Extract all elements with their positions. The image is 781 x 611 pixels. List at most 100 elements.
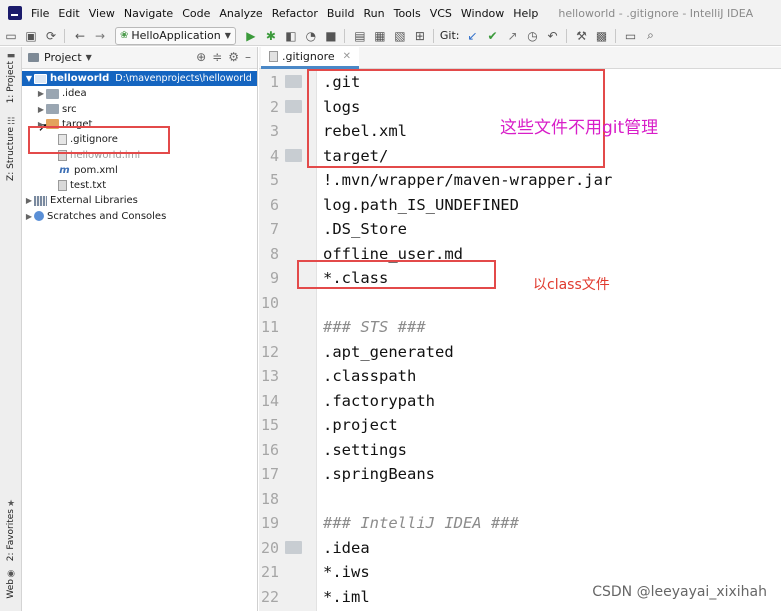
tree-item-helloworld-iml[interactable]: helloworld.iml: [22, 148, 257, 163]
toolbar-separator: [565, 28, 567, 43]
code-line[interactable]: 14 .factorypath: [259, 389, 781, 414]
gear-icon[interactable]: ⚙: [228, 50, 239, 64]
menu-navigate[interactable]: Navigate: [121, 7, 176, 20]
chevron-right-icon[interactable]: ▶: [24, 196, 34, 205]
git-history-icon[interactable]: ◷: [524, 27, 542, 45]
git-push-icon[interactable]: ↗: [504, 27, 522, 45]
scratch-icon: [34, 211, 44, 222]
line-number: 18: [260, 489, 279, 508]
code-line[interactable]: 15 .project: [259, 413, 781, 438]
sdk-icon[interactable]: ▧: [391, 27, 409, 45]
code-line[interactable]: 18: [259, 487, 781, 512]
code-comment: ### IntelliJ IDEA ###: [323, 514, 519, 532]
tree-item-scratches-and-consoles[interactable]: ▶ Scratches and Consoles: [22, 209, 257, 224]
stop-icon[interactable]: ■: [322, 27, 340, 45]
chevron-right-icon[interactable]: ▶: [36, 105, 46, 114]
code-text: offline_user.md: [323, 244, 463, 263]
locate-file-icon[interactable]: ⊕: [196, 50, 206, 64]
code-line[interactable]: 17 .springBeans: [259, 462, 781, 487]
tree-item-src[interactable]: ▶ src: [22, 102, 257, 117]
editor-tab-gitignore[interactable]: .gitignore ✕: [261, 47, 360, 69]
menu-edit[interactable]: Edit: [55, 7, 82, 20]
chevron-down-icon[interactable]: ▼: [86, 53, 92, 62]
folder-marker-icon: [285, 75, 302, 88]
profile-icon[interactable]: ◔: [302, 27, 320, 45]
code-text: .DS_Store: [323, 220, 407, 238]
code-line[interactable]: 12 .apt_generated: [259, 340, 781, 365]
sync-icon[interactable]: ⟳: [42, 27, 60, 45]
debug-icon[interactable]: ✱: [262, 27, 280, 45]
chevron-down-icon[interactable]: ▼: [24, 74, 34, 83]
tool-window-stripe: ▬ 1: Project ☷ Z: Structure ★ 2: Favorit…: [0, 47, 22, 611]
code-text: *.iws: [323, 563, 370, 581]
code-editor[interactable]: 1 .git 2 logs 3 rebel.xml 4 target/5 !.mvn/wrapp…: [259, 69, 781, 611]
code-line[interactable]: 19 ### IntelliJ IDEA ###: [259, 511, 781, 536]
code-line[interactable]: 6 log.path_IS_UNDEFINED: [259, 193, 781, 218]
search-icon[interactable]: ⌕: [642, 27, 660, 45]
code-line[interactable]: 13 .classpath: [259, 364, 781, 389]
menu-help[interactable]: Help: [510, 7, 541, 20]
run-configuration-select[interactable]: ❀ HelloApplication ▼: [115, 26, 236, 45]
tree-item-gitignore[interactable]: .gitignore: [22, 132, 257, 147]
menu-tools[interactable]: Tools: [391, 7, 424, 20]
code-line[interactable]: 11 ### STS ###: [259, 315, 781, 340]
git-update-icon[interactable]: ↙: [464, 27, 482, 45]
menu-analyze[interactable]: Analyze: [216, 7, 265, 20]
menu-window[interactable]: Window: [458, 7, 507, 20]
menu-build[interactable]: Build: [324, 7, 358, 20]
tab-project[interactable]: ▬ 1: Project: [2, 49, 20, 103]
toolbar-separator: [343, 28, 345, 43]
project-structure-grid-icon[interactable]: ▩: [593, 27, 611, 45]
presentation-icon[interactable]: ▭: [622, 27, 640, 45]
menu-run[interactable]: Run: [361, 7, 388, 20]
annotation-note-top: 这些文件不用git管理: [500, 118, 659, 138]
tab-web[interactable]: ◉ Web: [2, 567, 20, 599]
tree-item-target[interactable]: ▶ target: [22, 117, 257, 132]
annotation-note-class: 以class文件: [533, 277, 610, 293]
save-icon[interactable]: ▣: [22, 27, 40, 45]
run-configuration-label: HelloApplication: [131, 29, 221, 42]
code-line[interactable]: 20 .idea: [259, 536, 781, 561]
git-rollback-icon[interactable]: ↶: [544, 27, 562, 45]
menu-vcs[interactable]: VCS: [427, 7, 455, 20]
coverage-icon[interactable]: ◧: [282, 27, 300, 45]
tab-structure[interactable]: ☷ Z: Structure: [2, 115, 20, 181]
search-everywhere-icon[interactable]: ⊞: [411, 27, 429, 45]
menu-code[interactable]: Code: [179, 7, 213, 20]
code-line[interactable]: 1 .git: [259, 70, 781, 95]
menu-file[interactable]: File: [28, 7, 52, 20]
tree-item-pom-xml[interactable]: m pom.xml: [22, 163, 257, 178]
code-line[interactable]: 16 .settings: [259, 438, 781, 463]
chevron-right-icon[interactable]: ▶: [36, 89, 46, 98]
code-line[interactable]: 10: [259, 291, 781, 316]
code-line[interactable]: 9 *.class: [259, 266, 781, 291]
window-title: helloworld - .gitignore - IntelliJ IDEA: [558, 6, 754, 20]
code-line[interactable]: 21 *.iws: [259, 560, 781, 585]
tree-item-external-libraries[interactable]: ▶ External Libraries: [22, 193, 257, 208]
tree-item-idea[interactable]: ▶ .idea: [22, 86, 257, 101]
back-arrow-icon[interactable]: ←: [71, 27, 89, 45]
code-line[interactable]: 5 !.mvn/wrapper/maven-wrapper.jar: [259, 168, 781, 193]
open-folder-icon[interactable]: ▭: [2, 27, 20, 45]
build-icon[interactable]: ▤: [351, 27, 369, 45]
wrench-icon[interactable]: ⚒: [573, 27, 591, 45]
code-text: .factorypath: [323, 391, 435, 410]
code-line[interactable]: 8 offline_user.md: [259, 242, 781, 267]
git-commit-icon[interactable]: ✔: [484, 27, 502, 45]
hide-panel-icon[interactable]: –: [245, 50, 251, 64]
run-icon[interactable]: ▶: [242, 27, 260, 45]
collapse-all-icon[interactable]: ≑: [212, 50, 222, 64]
menu-refactor[interactable]: Refactor: [269, 7, 321, 20]
tree-item-helloworld[interactable]: ▼ helloworld D:\mavenprojects\helloworld: [22, 71, 257, 86]
code-line[interactable]: 7 .DS_Store: [259, 217, 781, 242]
code-line[interactable]: 4 target/: [259, 144, 781, 169]
tree-item-test-txt[interactable]: test.txt: [22, 178, 257, 193]
project-view-select[interactable]: Project: [44, 51, 82, 64]
close-icon[interactable]: ✕: [343, 51, 351, 62]
project-structure-icon[interactable]: ▦: [371, 27, 389, 45]
tab-favorites[interactable]: ★ 2: Favorites: [2, 497, 20, 561]
menu-view[interactable]: View: [86, 7, 118, 20]
chevron-right-icon[interactable]: ▶: [24, 212, 34, 221]
toolbar-separator: [614, 28, 616, 43]
forward-arrow-icon[interactable]: →: [91, 27, 109, 45]
